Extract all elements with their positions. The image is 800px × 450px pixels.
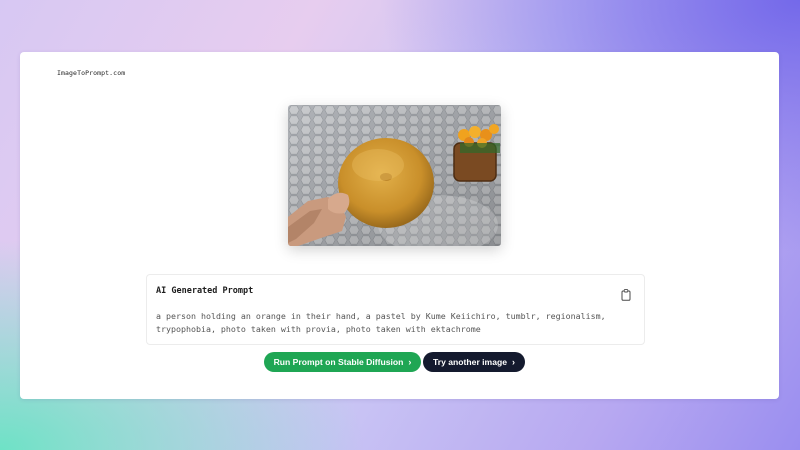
- prompt-title: AI Generated Prompt: [156, 286, 254, 296]
- site-logo-text[interactable]: ImageToPrompt.com: [57, 69, 125, 77]
- clipboard-icon: [621, 289, 631, 301]
- prompt-panel: AI Generated Prompt a person holding an …: [146, 274, 645, 345]
- uploaded-image: [288, 105, 501, 246]
- run-prompt-label: Run Prompt on Stable Diffusion: [273, 357, 404, 367]
- try-another-label: Try another image: [432, 357, 508, 367]
- chevron-right-icon: ›: [408, 357, 412, 367]
- page-background: { "header": { "brand": "ImageToPrompt.co…: [0, 0, 800, 450]
- main-card: ImageToPrompt.com AI Generated Prompt a …: [20, 52, 779, 399]
- photo-illustration: [288, 105, 501, 246]
- chevron-right-icon: ›: [512, 357, 516, 367]
- generated-prompt-text: a person holding an orange in their hand…: [156, 311, 606, 334]
- copy-prompt-button[interactable]: [619, 288, 633, 302]
- run-prompt-button[interactable]: Run Prompt on Stable Diffusion ›: [264, 352, 421, 372]
- try-another-image-button[interactable]: Try another image ›: [423, 352, 525, 372]
